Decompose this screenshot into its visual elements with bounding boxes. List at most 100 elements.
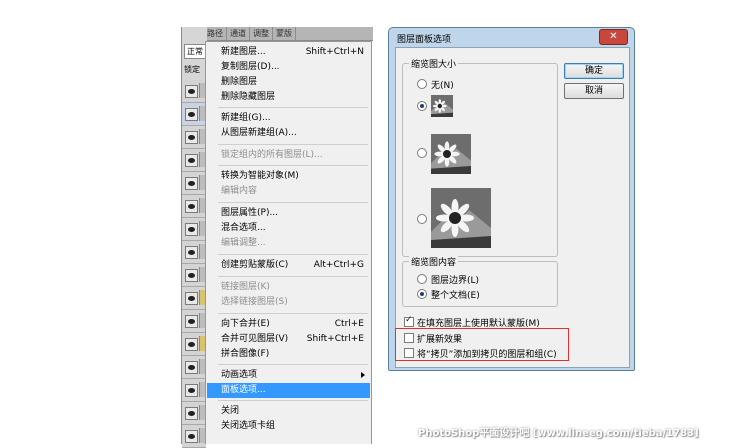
layer-row[interactable]: [182, 149, 207, 172]
tab-paths[interactable]: 路径: [204, 27, 227, 40]
radio-layer-bounds[interactable]: [417, 274, 427, 284]
layers-panel-tabs: 图层 路径 通道 调整 蒙版: [181, 27, 373, 41]
lock-label: 锁定: [184, 65, 200, 74]
layer-row[interactable]: [182, 80, 207, 103]
dialog-body: 缩览图大小 无(N) 缩览图内容 图层边界(L) 整个文档(E) ✓ 在填充图层…: [395, 47, 630, 368]
menu-item-label: 面板选项...: [221, 385, 266, 395]
radio-entire-document[interactable]: [417, 289, 427, 299]
menu-item-label: 转换为智能对象(M): [221, 171, 299, 181]
menu-item-label: 链接图层(K): [221, 282, 270, 292]
menu-item[interactable]: 转换为智能对象(M): [207, 169, 370, 184]
menu-item-label: 选择链接图层(S): [221, 297, 288, 307]
tab-adjustments[interactable]: 调整: [250, 27, 273, 40]
layer-row[interactable]: [182, 126, 207, 149]
eye-icon[interactable]: [185, 246, 198, 259]
layer-row[interactable]: [182, 333, 207, 356]
menu-item[interactable]: 从图层新建组(A)...: [207, 126, 370, 141]
menu-item[interactable]: 动画选项: [207, 368, 370, 383]
layer-row[interactable]: [182, 264, 207, 287]
menu-item[interactable]: 创建剪贴蒙版(C) Alt+Ctrl+G: [207, 258, 370, 273]
menu-item[interactable]: 删除隐藏图层: [207, 90, 370, 105]
layer-row[interactable]: [182, 195, 207, 218]
radio-thumbnail-small[interactable]: [417, 101, 427, 111]
eye-icon[interactable]: [185, 407, 198, 420]
thumbnail-small-preview: [431, 95, 453, 117]
menu-item-label: 动画选项: [221, 370, 258, 380]
layer-row[interactable]: [182, 218, 207, 241]
menu-item-label: 向下合并(E): [221, 319, 270, 329]
eye-icon[interactable]: [185, 269, 198, 282]
menu-item: 选择链接图层(S): [207, 295, 370, 310]
eye-icon[interactable]: [185, 384, 198, 397]
menu-item[interactable]: 新建组(G)...: [207, 111, 370, 126]
layers-panel-options-dialog: 图层面板选项 ✕ 缩览图大小 无(N) 缩览图内容 图层边界(L) 整个文档(E…: [388, 27, 635, 371]
eye-icon[interactable]: [185, 292, 198, 305]
highlight-box: [395, 328, 569, 361]
menu-item: 链接图层(K): [207, 280, 370, 295]
eye-icon[interactable]: [185, 177, 198, 190]
menu-item-label: 锁定组内的所有图层(L)...: [221, 150, 323, 160]
thumbnail-contents-legend: 缩览图内容: [409, 255, 459, 268]
eye-icon[interactable]: [185, 223, 198, 236]
eye-icon[interactable]: [185, 338, 198, 351]
menu-separator: [218, 276, 368, 277]
layer-row[interactable]: [182, 425, 207, 448]
menu-item[interactable]: 向下合并(E) Ctrl+E: [207, 317, 370, 332]
menu-item-label: 编辑调整...: [221, 238, 266, 248]
cancel-button[interactable]: 取消: [564, 83, 624, 99]
layer-row[interactable]: [182, 310, 207, 333]
eye-icon[interactable]: [185, 361, 198, 374]
layer-row[interactable]: [182, 379, 207, 402]
layer-row[interactable]: [182, 103, 207, 126]
eye-icon[interactable]: [185, 315, 198, 328]
watermark: PhotoShop平面设计吧 [www.lineeg.com/tieba/178…: [418, 428, 699, 439]
eye-icon[interactable]: [185, 154, 198, 167]
layer-row[interactable]: [182, 172, 207, 195]
menu-separator: [218, 144, 368, 145]
layer-row[interactable]: [182, 287, 207, 310]
thumbnail-size-group: 缩览图大小 无(N): [402, 57, 558, 257]
radio-thumbnail-large[interactable]: [417, 214, 427, 224]
dialog-title: 图层面板选项: [397, 35, 452, 45]
menu-item[interactable]: 图层属性(P)...: [207, 206, 370, 221]
eye-icon[interactable]: [185, 200, 198, 213]
thumbnail-contents-group: 缩览图内容 图层边界(L) 整个文档(E): [402, 255, 558, 307]
layer-row[interactable]: [182, 241, 207, 264]
eye-icon[interactable]: [185, 131, 198, 144]
menu-item[interactable]: 混合选项...: [207, 221, 370, 236]
menu-item-shortcut: Ctrl+E: [334, 319, 364, 329]
menu-item[interactable]: 删除图层: [207, 75, 370, 90]
ok-button[interactable]: 确定: [564, 63, 624, 79]
layer-row[interactable]: [182, 356, 207, 379]
panel-flyout-menu: 新建图层... Shift+Ctrl+N 复制图层(D)... 删除图层删除隐藏图层新…: [205, 41, 372, 444]
checkbox-default-masks[interactable]: [404, 315, 414, 327]
menu-item[interactable]: 新建图层... Shift+Ctrl+N: [207, 45, 370, 60]
layer-row[interactable]: [182, 402, 207, 425]
menu-item: 编辑调整...: [207, 236, 370, 251]
menu-item[interactable]: 关闭: [207, 404, 370, 419]
menu-item-shortcut: Shift+Ctrl+N: [305, 47, 364, 57]
eye-icon[interactable]: [185, 108, 198, 121]
menu-item[interactable]: 面板选项...: [207, 383, 370, 398]
menu-item-label: 复制图层(D)...: [221, 62, 280, 72]
tab-channels[interactable]: 通道: [227, 27, 250, 40]
menu-item-shortcut: Alt+Ctrl+G: [313, 260, 364, 270]
menu-item-label: 删除隐藏图层: [221, 92, 276, 102]
eye-icon[interactable]: [185, 85, 198, 98]
eye-icon[interactable]: [185, 430, 198, 443]
menu-separator: [218, 202, 368, 203]
menu-item[interactable]: 合并可见图层(V) Shift+Ctrl+E: [207, 332, 370, 347]
menu-item[interactable]: 拼合图像(F): [207, 347, 370, 362]
radio-thumbnail-medium[interactable]: [417, 148, 427, 158]
menu-item[interactable]: 关闭选项卡组: [207, 419, 370, 434]
menu-separator: [218, 107, 368, 108]
flower-icon: [431, 95, 453, 117]
radio-thumbnail-none[interactable]: [417, 79, 427, 89]
menu-item-label: 新建组(G)...: [221, 113, 271, 123]
menu-item[interactable]: 复制图层(D)...: [207, 60, 370, 75]
tab-masks[interactable]: 蒙版: [273, 27, 296, 40]
thumbnail-size-legend: 缩览图大小: [409, 57, 459, 70]
menu-item-label: 混合选项...: [221, 223, 266, 233]
close-icon[interactable]: ✕: [599, 29, 628, 45]
menu-item-label: 删除图层: [221, 77, 258, 87]
